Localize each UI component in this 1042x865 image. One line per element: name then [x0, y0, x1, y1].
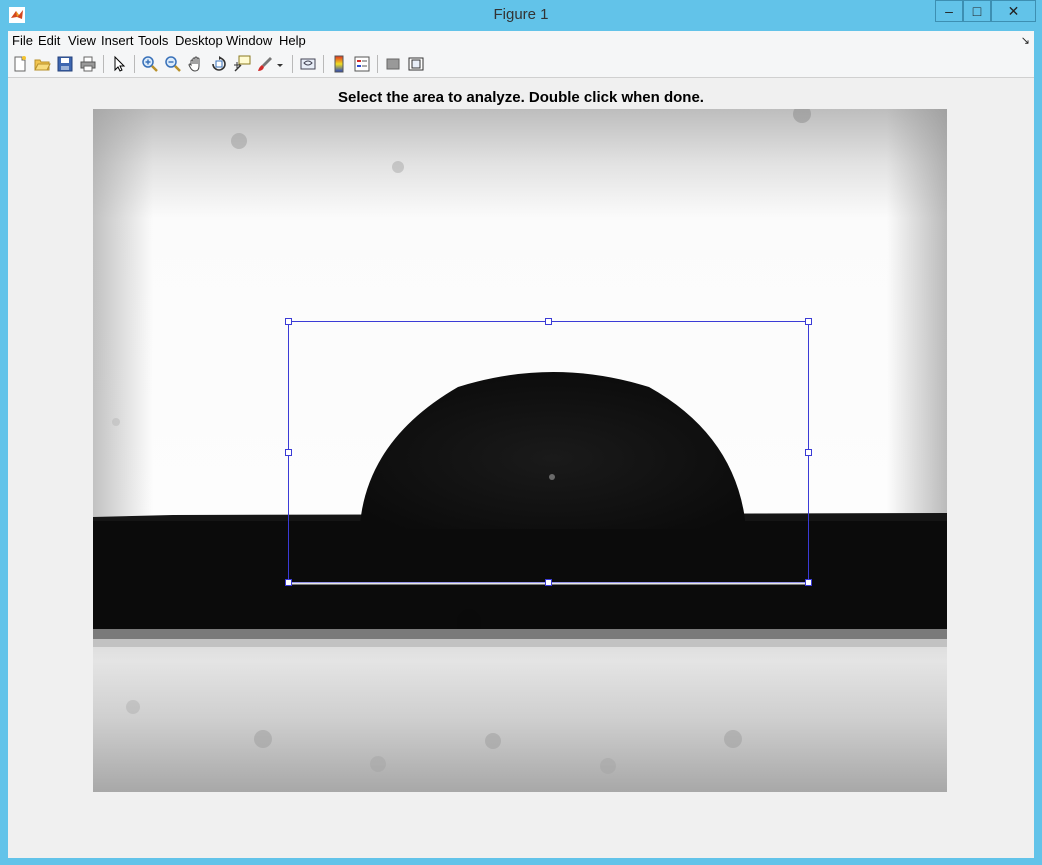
save-icon[interactable] — [56, 55, 74, 73]
maximize-button[interactable]: □ — [963, 0, 991, 22]
brush-dropdown-icon[interactable] — [276, 55, 284, 73]
title-bar[interactable]: Figure 1 – □ ✕ — [0, 0, 1042, 31]
toolbar-separator — [377, 55, 378, 73]
pan-icon[interactable] — [187, 55, 205, 73]
open-file-icon[interactable] — [33, 55, 51, 73]
droplet-image[interactable] — [93, 109, 947, 792]
figure-client-area: File Edit View Insert Tools Desktop Wind… — [8, 31, 1034, 858]
menu-file[interactable]: File — [12, 33, 33, 48]
menu-help[interactable]: Help — [279, 33, 306, 48]
menu-view[interactable]: View — [68, 33, 96, 48]
colorbar-icon[interactable] — [330, 55, 348, 73]
axes-title: Select the area to analyze. Double click… — [338, 89, 704, 106]
toolbar-separator — [323, 55, 324, 73]
toolbar-separator — [103, 55, 104, 73]
figure-window: Figure 1 – □ ✕ File Edit View Insert Too… — [0, 0, 1042, 865]
toolbar-separator — [134, 55, 135, 73]
figure-canvas: Select the area to analyze. Double click… — [8, 78, 1034, 858]
zoom-in-icon[interactable] — [141, 55, 159, 73]
menu-edit[interactable]: Edit — [38, 33, 60, 48]
figure-toolbar — [8, 51, 1034, 78]
zoom-out-icon[interactable] — [164, 55, 182, 73]
brush-icon[interactable] — [256, 55, 274, 73]
show-plot-tools-icon[interactable] — [407, 55, 425, 73]
pointer-icon[interactable] — [110, 55, 128, 73]
menu-tools[interactable]: Tools — [138, 33, 168, 48]
link-plot-icon[interactable] — [299, 55, 317, 73]
hide-plot-tools-icon[interactable] — [384, 55, 402, 73]
print-icon[interactable] — [79, 55, 97, 73]
menu-desktop[interactable]: Desktop — [175, 33, 223, 48]
menu-bar: File Edit View Insert Tools Desktop Wind… — [8, 31, 1034, 51]
new-figure-icon[interactable] — [11, 55, 29, 73]
toolbar-separator — [292, 55, 293, 73]
rotate-3d-icon[interactable] — [210, 55, 228, 73]
window-title: Figure 1 — [493, 6, 549, 23]
dock-arrow-icon[interactable]: ↘ — [1021, 34, 1030, 47]
close-button[interactable]: ✕ — [991, 0, 1036, 22]
droplet-photo[interactable] — [93, 109, 947, 792]
minimize-button[interactable]: – — [935, 0, 963, 22]
legend-icon[interactable] — [353, 55, 371, 73]
data-cursor-icon[interactable] — [233, 55, 251, 73]
menu-window[interactable]: Window — [226, 33, 272, 48]
menu-insert[interactable]: Insert — [101, 33, 134, 48]
